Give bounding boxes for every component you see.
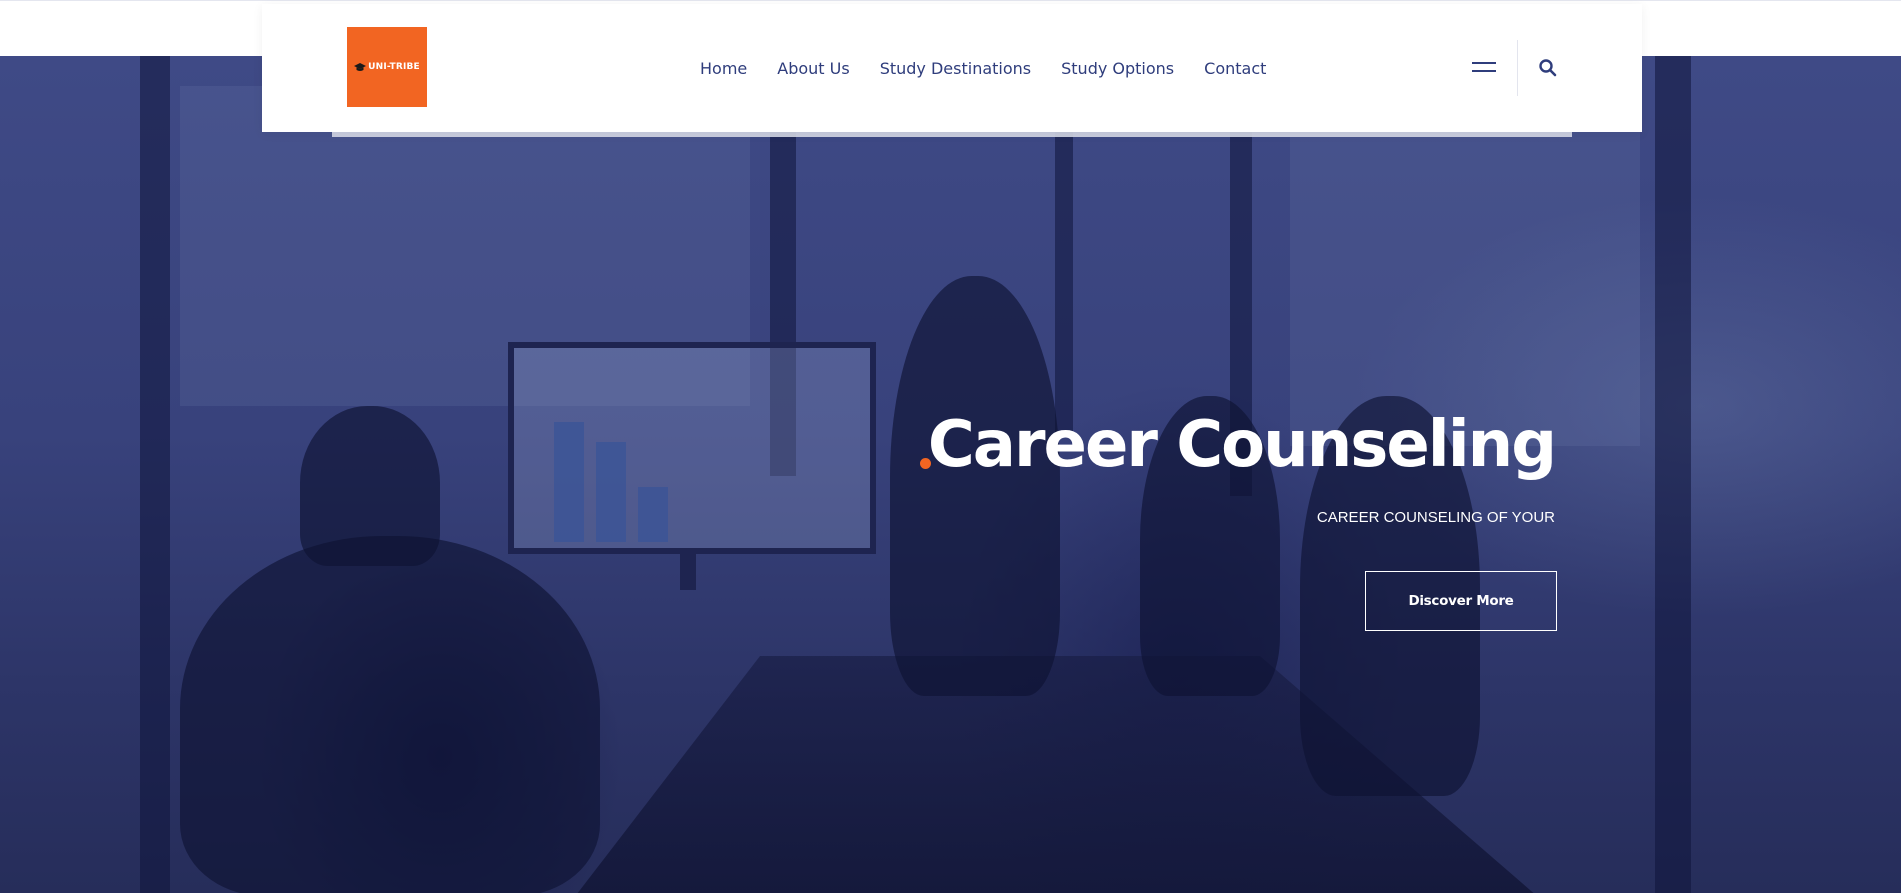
person-silhouette	[180, 536, 600, 893]
header-divider	[1517, 40, 1518, 96]
screen-chart-bar	[638, 487, 668, 542]
nav-study-options[interactable]: Study Options	[1061, 59, 1174, 78]
nav-study-destinations[interactable]: Study Destinations	[880, 59, 1031, 78]
window-pane	[1290, 86, 1640, 446]
header-underlay	[332, 132, 1572, 137]
nav-contact[interactable]: Contact	[1204, 59, 1266, 78]
hamburger-menu-icon[interactable]	[1472, 62, 1496, 74]
logo-text: UNI-TRIBE	[368, 62, 420, 72]
hero-subtitle: CAREER COUNSELING OF YOUR	[1316, 509, 1555, 526]
discover-more-button[interactable]: Discover More	[1365, 571, 1557, 631]
graduation-cap-icon	[354, 62, 367, 71]
search-icon[interactable]	[1538, 58, 1558, 78]
nav-home[interactable]: Home	[700, 59, 747, 78]
site-header: UNI-TRIBE Home About Us Study Destinatio…	[262, 4, 1642, 132]
main-nav: Home About Us Study Destinations Study O…	[700, 4, 1266, 132]
presentation-screen	[508, 342, 876, 554]
window-frame	[1655, 56, 1691, 893]
site-logo[interactable]: UNI-TRIBE	[347, 27, 427, 107]
hero-section: Career Counseling CAREER COUNSELING OF Y…	[0, 56, 1901, 893]
screen-chart-bar	[554, 422, 584, 542]
screen-chart-bar	[596, 442, 626, 542]
person-silhouette	[890, 276, 1060, 696]
window-frame	[140, 56, 170, 893]
screen-stand	[680, 554, 696, 590]
top-border	[0, 0, 1901, 1]
title-accent-dot	[920, 458, 931, 469]
hero-title: Career Counseling	[927, 408, 1557, 482]
nav-about-us[interactable]: About Us	[777, 59, 849, 78]
